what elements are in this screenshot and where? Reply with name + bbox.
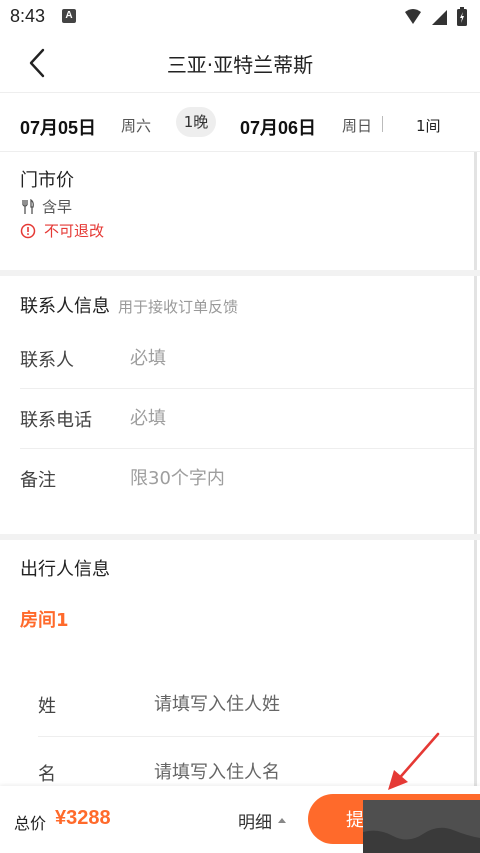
status-bar: 8:43 A xyxy=(0,0,480,34)
room-info-card: 门市价 含早 不可退改 xyxy=(0,152,474,270)
nights-badge: 1晚 xyxy=(176,107,216,137)
surname-row: 姓 xyxy=(38,670,474,736)
traveler-section-title: 出行人信息 xyxy=(20,559,110,580)
contact-section-title: 联系人信息 xyxy=(20,296,110,317)
separator xyxy=(382,116,383,132)
signal-icon xyxy=(405,9,421,24)
alert-circle-icon xyxy=(20,223,36,238)
contact-section-subtitle: 用于接收订单反馈 xyxy=(118,298,239,316)
room-1-label: 房间1 xyxy=(20,610,69,631)
note-input[interactable] xyxy=(130,462,450,494)
contact-name-row: 联系人 xyxy=(20,328,474,388)
obscured-region xyxy=(363,800,480,853)
refund-policy-label: 不可退改 xyxy=(44,222,105,240)
section-divider xyxy=(0,270,480,276)
checkin-weekday: 周六 xyxy=(121,117,152,135)
note-label: 备注 xyxy=(20,470,56,491)
date-selector[interactable]: 07月05日 周六 1晚 07月06日 周日 1间 xyxy=(0,94,480,152)
checkin-date[interactable]: 07月05日 xyxy=(20,114,96,140)
status-time: 8:43 xyxy=(10,6,46,26)
battery-icon xyxy=(457,7,467,26)
price-type-label: 门市价 xyxy=(20,170,74,191)
status-icons xyxy=(404,7,468,27)
wifi-icon xyxy=(432,10,447,25)
caret-up-icon xyxy=(278,818,286,823)
page-title: 三亚·亚特兰蒂斯 xyxy=(166,53,314,77)
room-count[interactable]: 1间 xyxy=(416,115,441,136)
refund-policy: 不可退改 xyxy=(20,220,104,241)
section-divider xyxy=(0,534,480,540)
meal-label: 含早 xyxy=(42,198,73,216)
contact-section-header: 联系人信息 用于接收订单反馈 xyxy=(20,292,238,318)
total-price: ¥3288 xyxy=(55,807,111,829)
contact-phone-label: 联系电话 xyxy=(20,410,92,431)
contact-phone-input[interactable] xyxy=(130,402,450,434)
total-label: 总价 xyxy=(14,814,47,833)
price-detail-label: 明细 xyxy=(238,813,272,833)
meal-info: 含早 xyxy=(20,196,72,217)
price-detail-button[interactable]: 明细 xyxy=(238,808,286,833)
nav-bar: 三亚·亚特兰蒂斯 xyxy=(0,34,480,92)
divider xyxy=(0,92,480,93)
surname-input[interactable] xyxy=(154,688,454,720)
annotation-arrow-icon xyxy=(388,732,440,790)
notification-badge-icon: A xyxy=(62,9,76,23)
contact-name-label: 联系人 xyxy=(20,350,74,371)
contact-name-input[interactable] xyxy=(130,342,450,374)
contact-phone-row: 联系电话 xyxy=(20,388,474,448)
note-row: 备注 xyxy=(20,448,474,508)
surname-label: 姓 xyxy=(38,696,56,717)
checkout-weekday: 周日 xyxy=(342,117,373,135)
checkout-date[interactable]: 07月06日 xyxy=(240,114,316,140)
given-name-label: 名 xyxy=(38,764,56,785)
cutlery-icon xyxy=(22,198,34,214)
noise-pattern xyxy=(363,827,480,853)
scrollbar[interactable] xyxy=(474,152,477,792)
